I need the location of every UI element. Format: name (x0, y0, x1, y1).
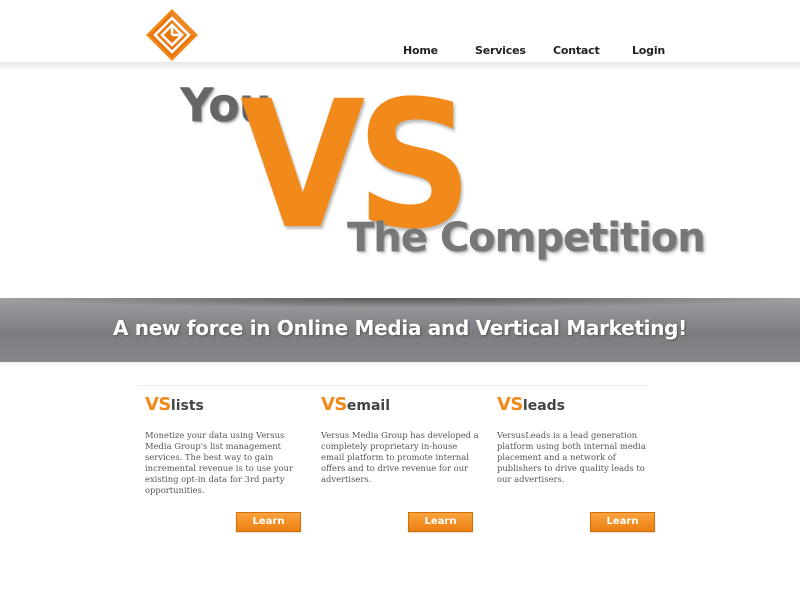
nav-services-link[interactable]: Services (475, 44, 526, 57)
banner-shadow (0, 298, 800, 308)
title-suffix: email (346, 398, 391, 414)
title-vs-prefix: VS (145, 394, 171, 415)
service-title-email: VSemail (321, 396, 481, 422)
main-nav: Home Services Contact Login (0, 44, 800, 60)
learn-more-leads-button[interactable]: Learn More (590, 512, 655, 545)
title-vs-prefix: VS (497, 394, 523, 415)
site-header: Home Services Contact Login (0, 0, 800, 64)
service-column-lists: VSlists Monetize your data using Versus … (145, 396, 305, 496)
title-vs-prefix: VS (321, 394, 347, 415)
service-column-email: VSemail Versus Media Group has developed… (321, 396, 481, 485)
service-column-leads: VSleads VersusLeads is a lead generation… (497, 396, 657, 485)
service-title-lists: VSlists (145, 396, 305, 422)
title-suffix: leads (522, 398, 566, 414)
banner-bottom-fade (0, 362, 800, 368)
title-suffix: lists (170, 398, 204, 414)
nav-login-link[interactable]: Login (632, 44, 665, 57)
service-description: VersusLeads is a lead generation platfor… (497, 430, 646, 484)
learn-more-lists-button[interactable]: Learn More (236, 512, 301, 545)
service-description: Versus Media Group has developed a compl… (321, 430, 479, 484)
service-description: Monetize your data using Versus Media Gr… (145, 430, 293, 495)
service-title-leads: VSleads (497, 396, 657, 422)
banner-tagline: A new force in Online Media and Vertical… (112, 316, 688, 340)
hero-competition-text: The Competition (347, 215, 706, 261)
section-divider (138, 385, 648, 386)
nav-contact-link[interactable]: Contact (553, 44, 600, 57)
nav-home-link[interactable]: Home (403, 44, 438, 57)
learn-more-email-button[interactable]: Learn More (408, 512, 473, 545)
